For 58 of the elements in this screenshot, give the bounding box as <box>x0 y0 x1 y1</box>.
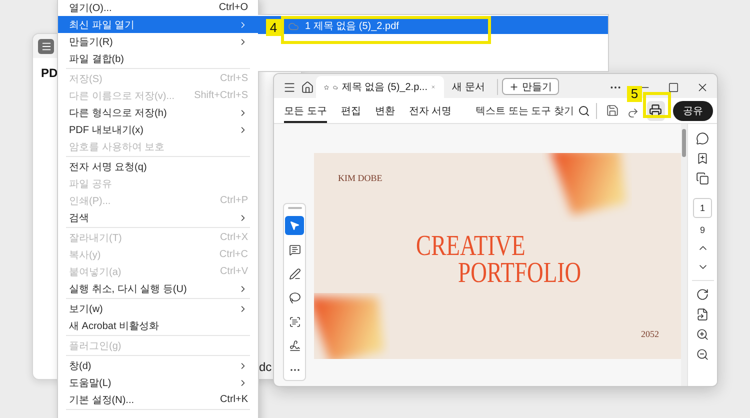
menu-item[interactable]: 도움말(L) <box>58 374 258 391</box>
cloud-icon <box>288 20 299 32</box>
plus-icon <box>508 82 519 92</box>
page-heading: PD <box>41 66 58 80</box>
menu-item[interactable]: PDF 내보내기(x) <box>58 121 258 138</box>
menu-icon <box>40 40 52 52</box>
signature-icon[interactable] <box>288 340 300 352</box>
save-icon[interactable] <box>606 104 620 117</box>
page-number-field[interactable]: 1 <box>693 198 712 218</box>
callout-label: 5 <box>627 86 642 102</box>
menu-item[interactable]: 전자 서명 요청(q) <box>58 158 258 175</box>
pointer-icon[interactable] <box>289 220 300 231</box>
year-text: 2052 <box>641 329 659 339</box>
share-button[interactable]: 공유 <box>672 100 713 120</box>
menu-item[interactable]: 기본 설정(N)... Ctrl+K <box>58 391 258 408</box>
tool-tab[interactable]: 전자 서명 <box>408 98 452 123</box>
menu-icon[interactable] <box>282 80 296 94</box>
create-button[interactable]: 만들기 <box>502 78 559 95</box>
comment-icon[interactable] <box>696 132 709 145</box>
pages-icon[interactable] <box>696 172 709 185</box>
file-icon[interactable] <box>696 308 709 321</box>
tool-tab[interactable]: 편집 <box>340 98 361 123</box>
tool-tab[interactable]: 모든 도구 <box>284 98 327 123</box>
menu-item[interactable]: 다른 형식으로 저장(h) <box>58 104 258 121</box>
text-select-icon[interactable] <box>288 316 300 328</box>
menu-item[interactable]: 최신 파일 열기 <box>58 16 258 33</box>
menu-item[interactable]: 만들기(R) <box>58 33 258 50</box>
printer-icon <box>649 104 662 117</box>
page-count: 9 <box>700 225 705 235</box>
menu-item[interactable]: 파일 결합(b) <box>58 50 258 67</box>
zoom-in-icon[interactable] <box>696 328 709 341</box>
maximize-icon[interactable] <box>668 82 679 92</box>
highlight-frame <box>643 92 671 118</box>
menu-item[interactable]: 검색 <box>58 209 258 226</box>
home-icon[interactable] <box>300 80 314 94</box>
slide-title: PORTFOLIO <box>458 260 582 287</box>
redo-icon[interactable] <box>626 106 639 118</box>
comment-icon[interactable] <box>288 244 300 256</box>
menu-item[interactable]: 열기(O)... Ctrl+O <box>58 0 258 16</box>
menu-item[interactable]: 창(d) <box>58 357 258 374</box>
zoom-out-icon[interactable] <box>696 348 709 361</box>
slide-title: CREATIVE <box>416 233 526 260</box>
author-name: KIM DOBE <box>338 173 382 183</box>
search-icon <box>578 104 590 116</box>
menu-item[interactable]: 실행 취소, 다시 실행 등(U) <box>58 280 258 297</box>
document-tab[interactable]: 새 문서 <box>444 76 493 98</box>
pen-icon[interactable] <box>288 268 300 280</box>
tool-tab[interactable]: 변환 <box>374 98 395 123</box>
menu-item[interactable]: 보기(w) <box>58 300 258 317</box>
menu-button[interactable] <box>38 38 54 54</box>
menu-item[interactable]: 새 Acrobat 비활성화 <box>58 317 258 334</box>
document-tab[interactable]: 제목 없음 (5)_2.p... <box>316 76 444 98</box>
rotate-icon[interactable] <box>696 288 709 301</box>
bookmark-icon[interactable] <box>696 152 709 165</box>
text-fragment: dc <box>259 360 272 374</box>
callout-label: 4 <box>266 19 281 36</box>
search-field[interactable]: 텍스트 또는 도구 찾기 <box>476 98 590 123</box>
lasso-icon[interactable] <box>288 292 300 304</box>
